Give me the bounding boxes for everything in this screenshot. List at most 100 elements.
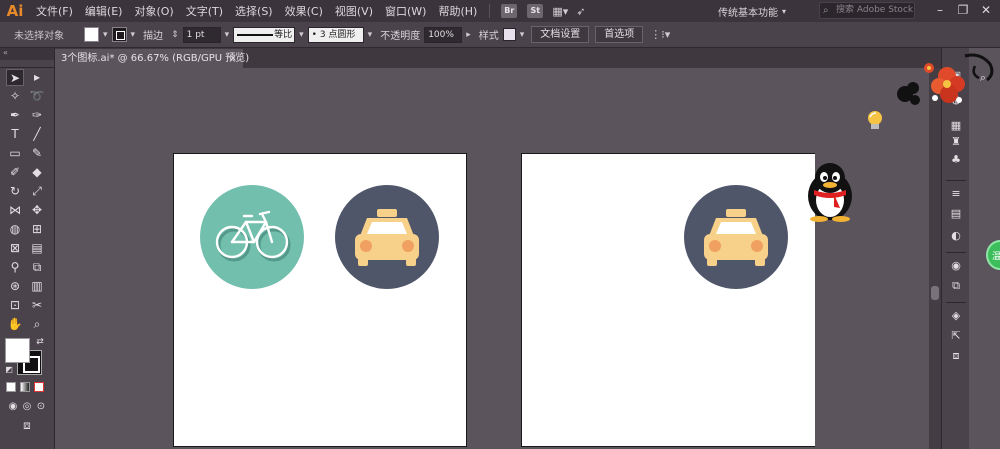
artboard-2[interactable]: [521, 153, 815, 447]
style-dropdown-icon[interactable]: ▾: [520, 30, 525, 40]
minimize-button[interactable]: –: [930, 2, 950, 19]
eyedropper-tool-icon[interactable]: ⚲: [6, 259, 24, 276]
stroke-dropdown-icon[interactable]: ▾: [131, 30, 136, 40]
menu-help[interactable]: 帮助(H): [432, 3, 483, 19]
arrange-grid-icon[interactable]: ▦▾: [552, 5, 568, 18]
layers-panel-icon[interactable]: ◈: [948, 308, 964, 324]
type-tool-icon[interactable]: T: [6, 126, 24, 143]
width-tool-icon[interactable]: ⋈: [6, 202, 24, 219]
mesh-tool-icon[interactable]: ⊠: [6, 240, 24, 257]
swap-colors-icon[interactable]: ⇄: [34, 336, 46, 348]
stock-button[interactable]: St: [527, 4, 544, 18]
stroke-profile-dropdown-icon[interactable]: ▾: [299, 30, 304, 40]
close-tab-button[interactable]: ×: [229, 49, 237, 68]
menu-effect[interactable]: 效果(C): [279, 3, 329, 19]
arrange-icon[interactable]: ⋮⁝▾: [650, 28, 670, 41]
swatches-panel-icon[interactable]: ▦: [948, 118, 964, 134]
puppet-warp-tool-icon[interactable]: ✥: [28, 202, 46, 219]
slice-tool-icon[interactable]: ✂: [28, 297, 46, 314]
stroke-weight-field[interactable]: 1 pt: [182, 26, 221, 43]
stroke-profile-label: 等比: [274, 29, 293, 40]
brush-dropdown-icon[interactable]: ▾: [368, 30, 373, 40]
stroke-swatch[interactable]: [111, 27, 127, 42]
canvas[interactable]: [55, 68, 929, 449]
appearance-panel-icon[interactable]: ◉: [948, 258, 964, 274]
opacity-label[interactable]: 不透明度: [380, 27, 420, 42]
gradient-mode-icon[interactable]: [20, 382, 30, 392]
fill-dropdown-icon[interactable]: ▾: [103, 30, 108, 40]
opacity-dropdown-icon[interactable]: ▸: [466, 30, 471, 40]
magic-wand-tool-icon[interactable]: ✧: [6, 88, 24, 105]
rotate-tool-icon[interactable]: ↻: [6, 183, 24, 200]
symbols-panel-icon[interactable]: ♣: [948, 152, 964, 168]
line-tool-icon[interactable]: ╱: [28, 126, 46, 143]
document-tab[interactable]: 3个图标.ai* @ 66.67% (RGB/GPU 预览) ×: [55, 49, 249, 68]
restore-button[interactable]: ❐: [953, 2, 973, 19]
graphic-style-swatch[interactable]: [502, 28, 516, 41]
lasso-tool-icon[interactable]: ➰: [28, 88, 46, 105]
rectangle-tool-icon[interactable]: ▭: [6, 145, 24, 162]
fill-swatch[interactable]: [84, 27, 99, 42]
close-window-button[interactable]: ✕: [976, 2, 996, 19]
vertical-scrollbar[interactable]: [929, 68, 941, 449]
perspective-grid-tool-icon[interactable]: ⊞: [28, 221, 46, 238]
lightbulb-icon[interactable]: [865, 110, 885, 132]
document-setup-button[interactable]: 文档设置: [531, 26, 590, 43]
curvature-tool-icon[interactable]: ✑: [28, 107, 46, 124]
menu-type[interactable]: 文字(T): [180, 3, 229, 19]
opacity-field[interactable]: 100%: [424, 26, 463, 43]
menu-edit[interactable]: 编辑(E): [79, 3, 129, 19]
symbol-sprayer-tool-icon[interactable]: ⊛: [6, 278, 24, 295]
none-mode-icon[interactable]: [34, 382, 44, 392]
blend-tool-icon[interactable]: ⧉: [28, 259, 46, 276]
hand-tool-icon[interactable]: ✋: [6, 316, 24, 333]
qq-penguin-icon[interactable]: [800, 160, 860, 222]
scale-tool-icon[interactable]: ⤢: [28, 183, 46, 200]
brushes-panel-icon[interactable]: ♜: [948, 134, 964, 150]
stroke-panel-icon[interactable]: ≡: [948, 186, 964, 202]
stroke-profile-select[interactable]: 等比: [233, 26, 296, 43]
zoom-tool-icon[interactable]: ⌕: [28, 316, 46, 333]
bicycle-icon[interactable]: [200, 185, 304, 289]
preferences-button[interactable]: 首选项: [595, 26, 644, 43]
stroke-stepper-icon[interactable]: ⇕: [171, 30, 179, 40]
menu-select[interactable]: 选择(S): [229, 3, 279, 19]
taxi-icon[interactable]: [335, 185, 439, 289]
transparency-panel-icon[interactable]: ◐: [948, 228, 964, 244]
graphic-styles-panel-icon[interactable]: ⧉: [948, 278, 964, 294]
menu-view[interactable]: 视图(V): [329, 3, 379, 19]
direct-selection-tool-icon[interactable]: ▸: [28, 69, 46, 86]
fill-color-box[interactable]: [5, 338, 30, 363]
shaper-tool-icon[interactable]: ✐: [6, 164, 24, 181]
stock-search-input[interactable]: ⌕ 搜索 Adobe Stock: [819, 2, 915, 19]
menu-window[interactable]: 窗口(W): [379, 3, 432, 19]
stroke-weight-dropdown-icon[interactable]: ▾: [225, 30, 230, 40]
gradient-panel-icon[interactable]: ▤: [948, 206, 964, 222]
menu-object[interactable]: 对象(O): [128, 3, 179, 19]
menu-file[interactable]: 文件(F): [30, 3, 79, 19]
artboards-panel-icon[interactable]: ⧈: [948, 348, 964, 364]
default-colors-icon[interactable]: ◩: [3, 364, 15, 376]
pen-tool-icon[interactable]: ✒: [6, 107, 24, 124]
brush-select[interactable]: • 3 点圆形: [307, 26, 364, 43]
stroke-label[interactable]: 描边: [143, 27, 163, 42]
bridge-button[interactable]: Br: [501, 4, 518, 18]
paintbrush-tool-icon[interactable]: ✎: [28, 145, 46, 162]
gradient-tool-icon[interactable]: ▤: [28, 240, 46, 257]
tools-panel-header[interactable]: «: [0, 48, 54, 60]
eraser-tool-icon[interactable]: ◆: [28, 164, 46, 181]
gpu-rocket-icon[interactable]: ➶: [576, 5, 585, 18]
workspace-switcher[interactable]: 传统基本功能 ▾: [718, 3, 786, 19]
screen-mode-icon[interactable]: ⧈: [16, 417, 38, 434]
shape-builder-tool-icon[interactable]: ◍: [6, 221, 24, 238]
scroll-thumb[interactable]: [931, 286, 939, 300]
tools-panel-grip[interactable]: [0, 60, 54, 68]
column-graph-tool-icon[interactable]: ▥: [28, 278, 46, 295]
artboard-tool-icon[interactable]: ⊡: [6, 297, 24, 314]
taxi-icon[interactable]: [684, 185, 788, 289]
selection-tool-icon[interactable]: ➤: [6, 69, 24, 86]
artboard-1[interactable]: [173, 153, 467, 447]
color-mode-icon[interactable]: [6, 382, 16, 392]
draw-inside-icon[interactable]: ⊙: [32, 398, 50, 415]
export-panel-icon[interactable]: ⇱: [948, 328, 964, 344]
